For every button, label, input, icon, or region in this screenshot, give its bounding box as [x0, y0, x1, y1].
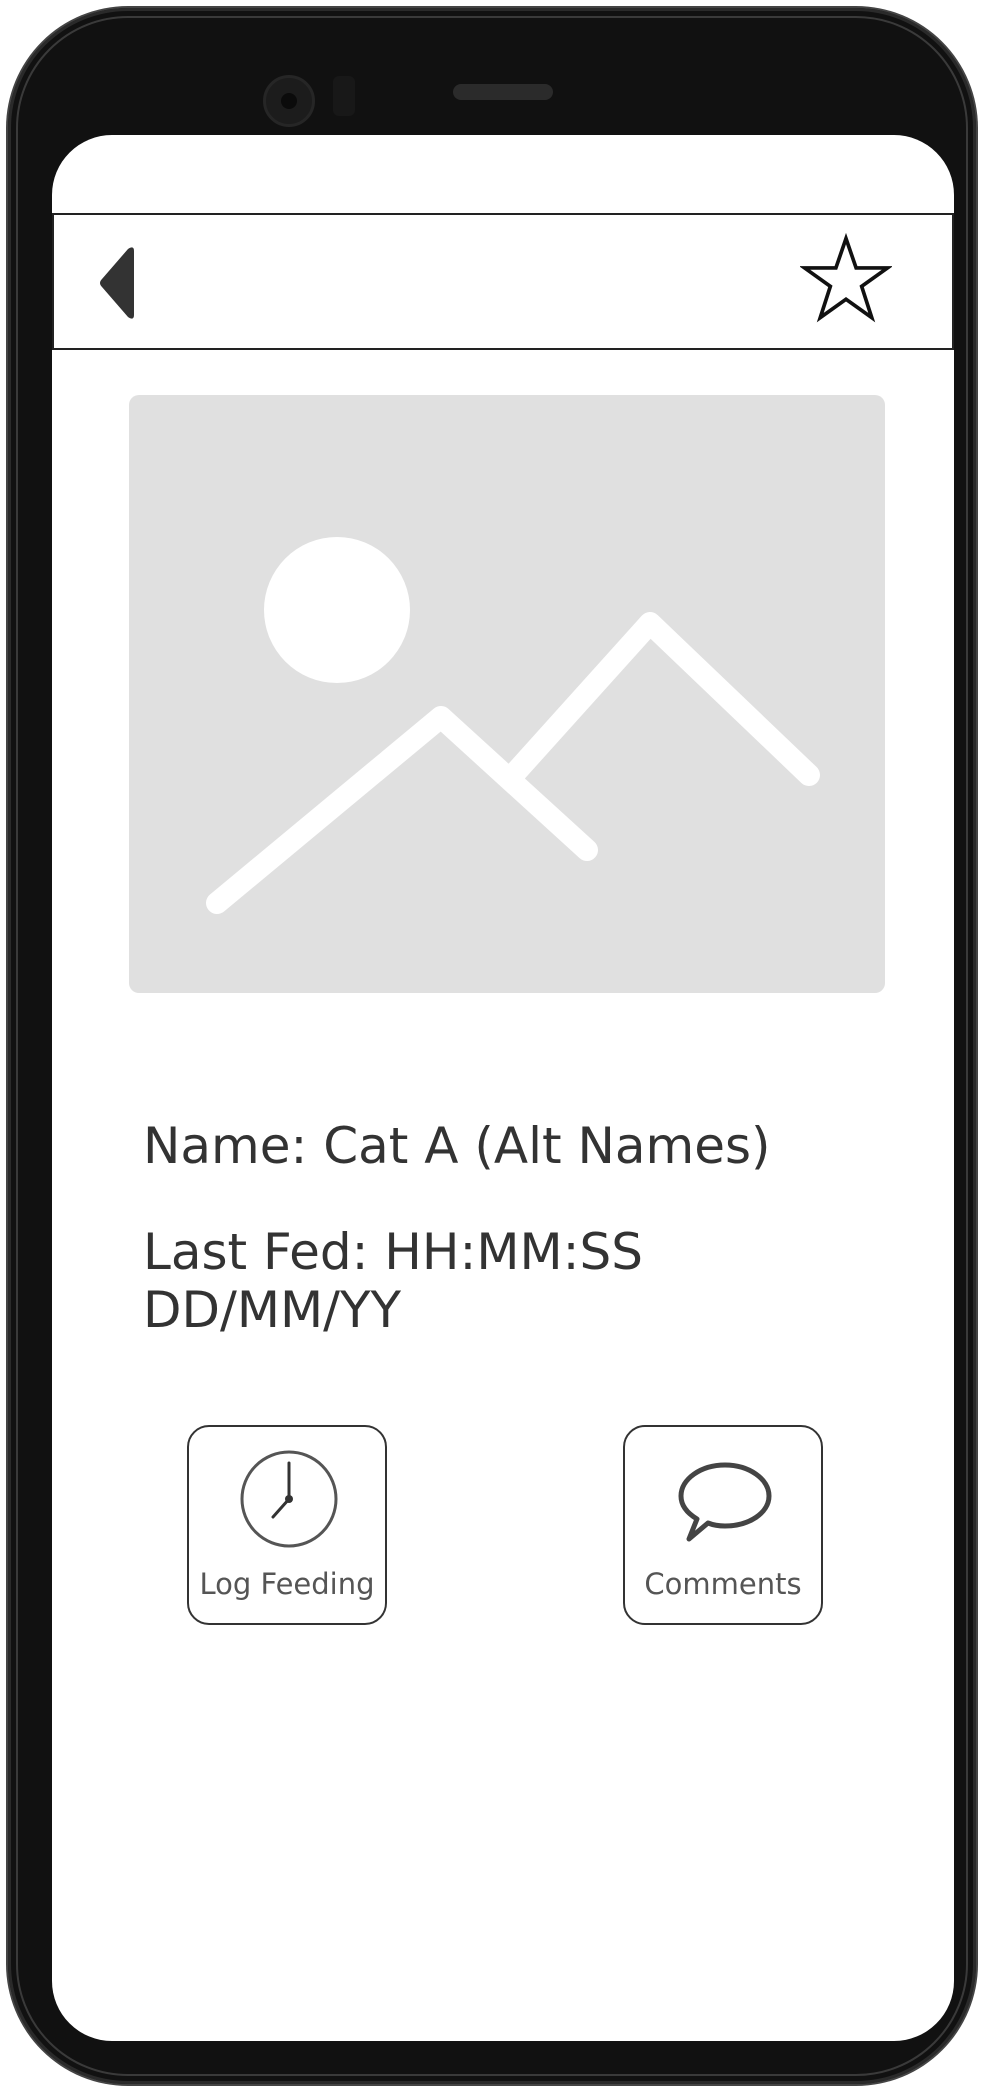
comments-button[interactable]: Comments: [623, 1425, 823, 1625]
earpiece-speaker: [453, 84, 553, 100]
front-camera: [263, 75, 315, 127]
star-icon: [798, 232, 894, 323]
clock-icon: [240, 1450, 338, 1548]
back-triangle-icon: [100, 247, 134, 319]
top-nav-bar: [52, 213, 954, 350]
comments-label: Comments: [644, 1567, 802, 1601]
favorite-star-button[interactable]: [798, 232, 894, 325]
last-fed-time: Last Fed: HH:MM:SS: [143, 1223, 643, 1281]
cat-name-text: Name: Cat A (Alt Names): [143, 1117, 771, 1175]
log-feeding-button[interactable]: Log Feeding: [187, 1425, 387, 1625]
log-feeding-label: Log Feeding: [199, 1567, 375, 1601]
speech-bubble-icon: [678, 1462, 772, 1542]
back-button[interactable]: [94, 243, 154, 323]
phone-frame: Name: Cat A (Alt Names) Last Fed: HH:MM:…: [8, 8, 976, 2084]
cat-photo-placeholder: [129, 395, 885, 993]
last-fed-text: Last Fed: HH:MM:SS DD/MM/YY: [143, 1223, 643, 1339]
proximity-sensor: [333, 76, 355, 116]
image-placeholder-icon: [206, 537, 820, 914]
phone-screen: Name: Cat A (Alt Names) Last Fed: HH:MM:…: [52, 135, 954, 2041]
last-fed-date: DD/MM/YY: [143, 1281, 402, 1339]
